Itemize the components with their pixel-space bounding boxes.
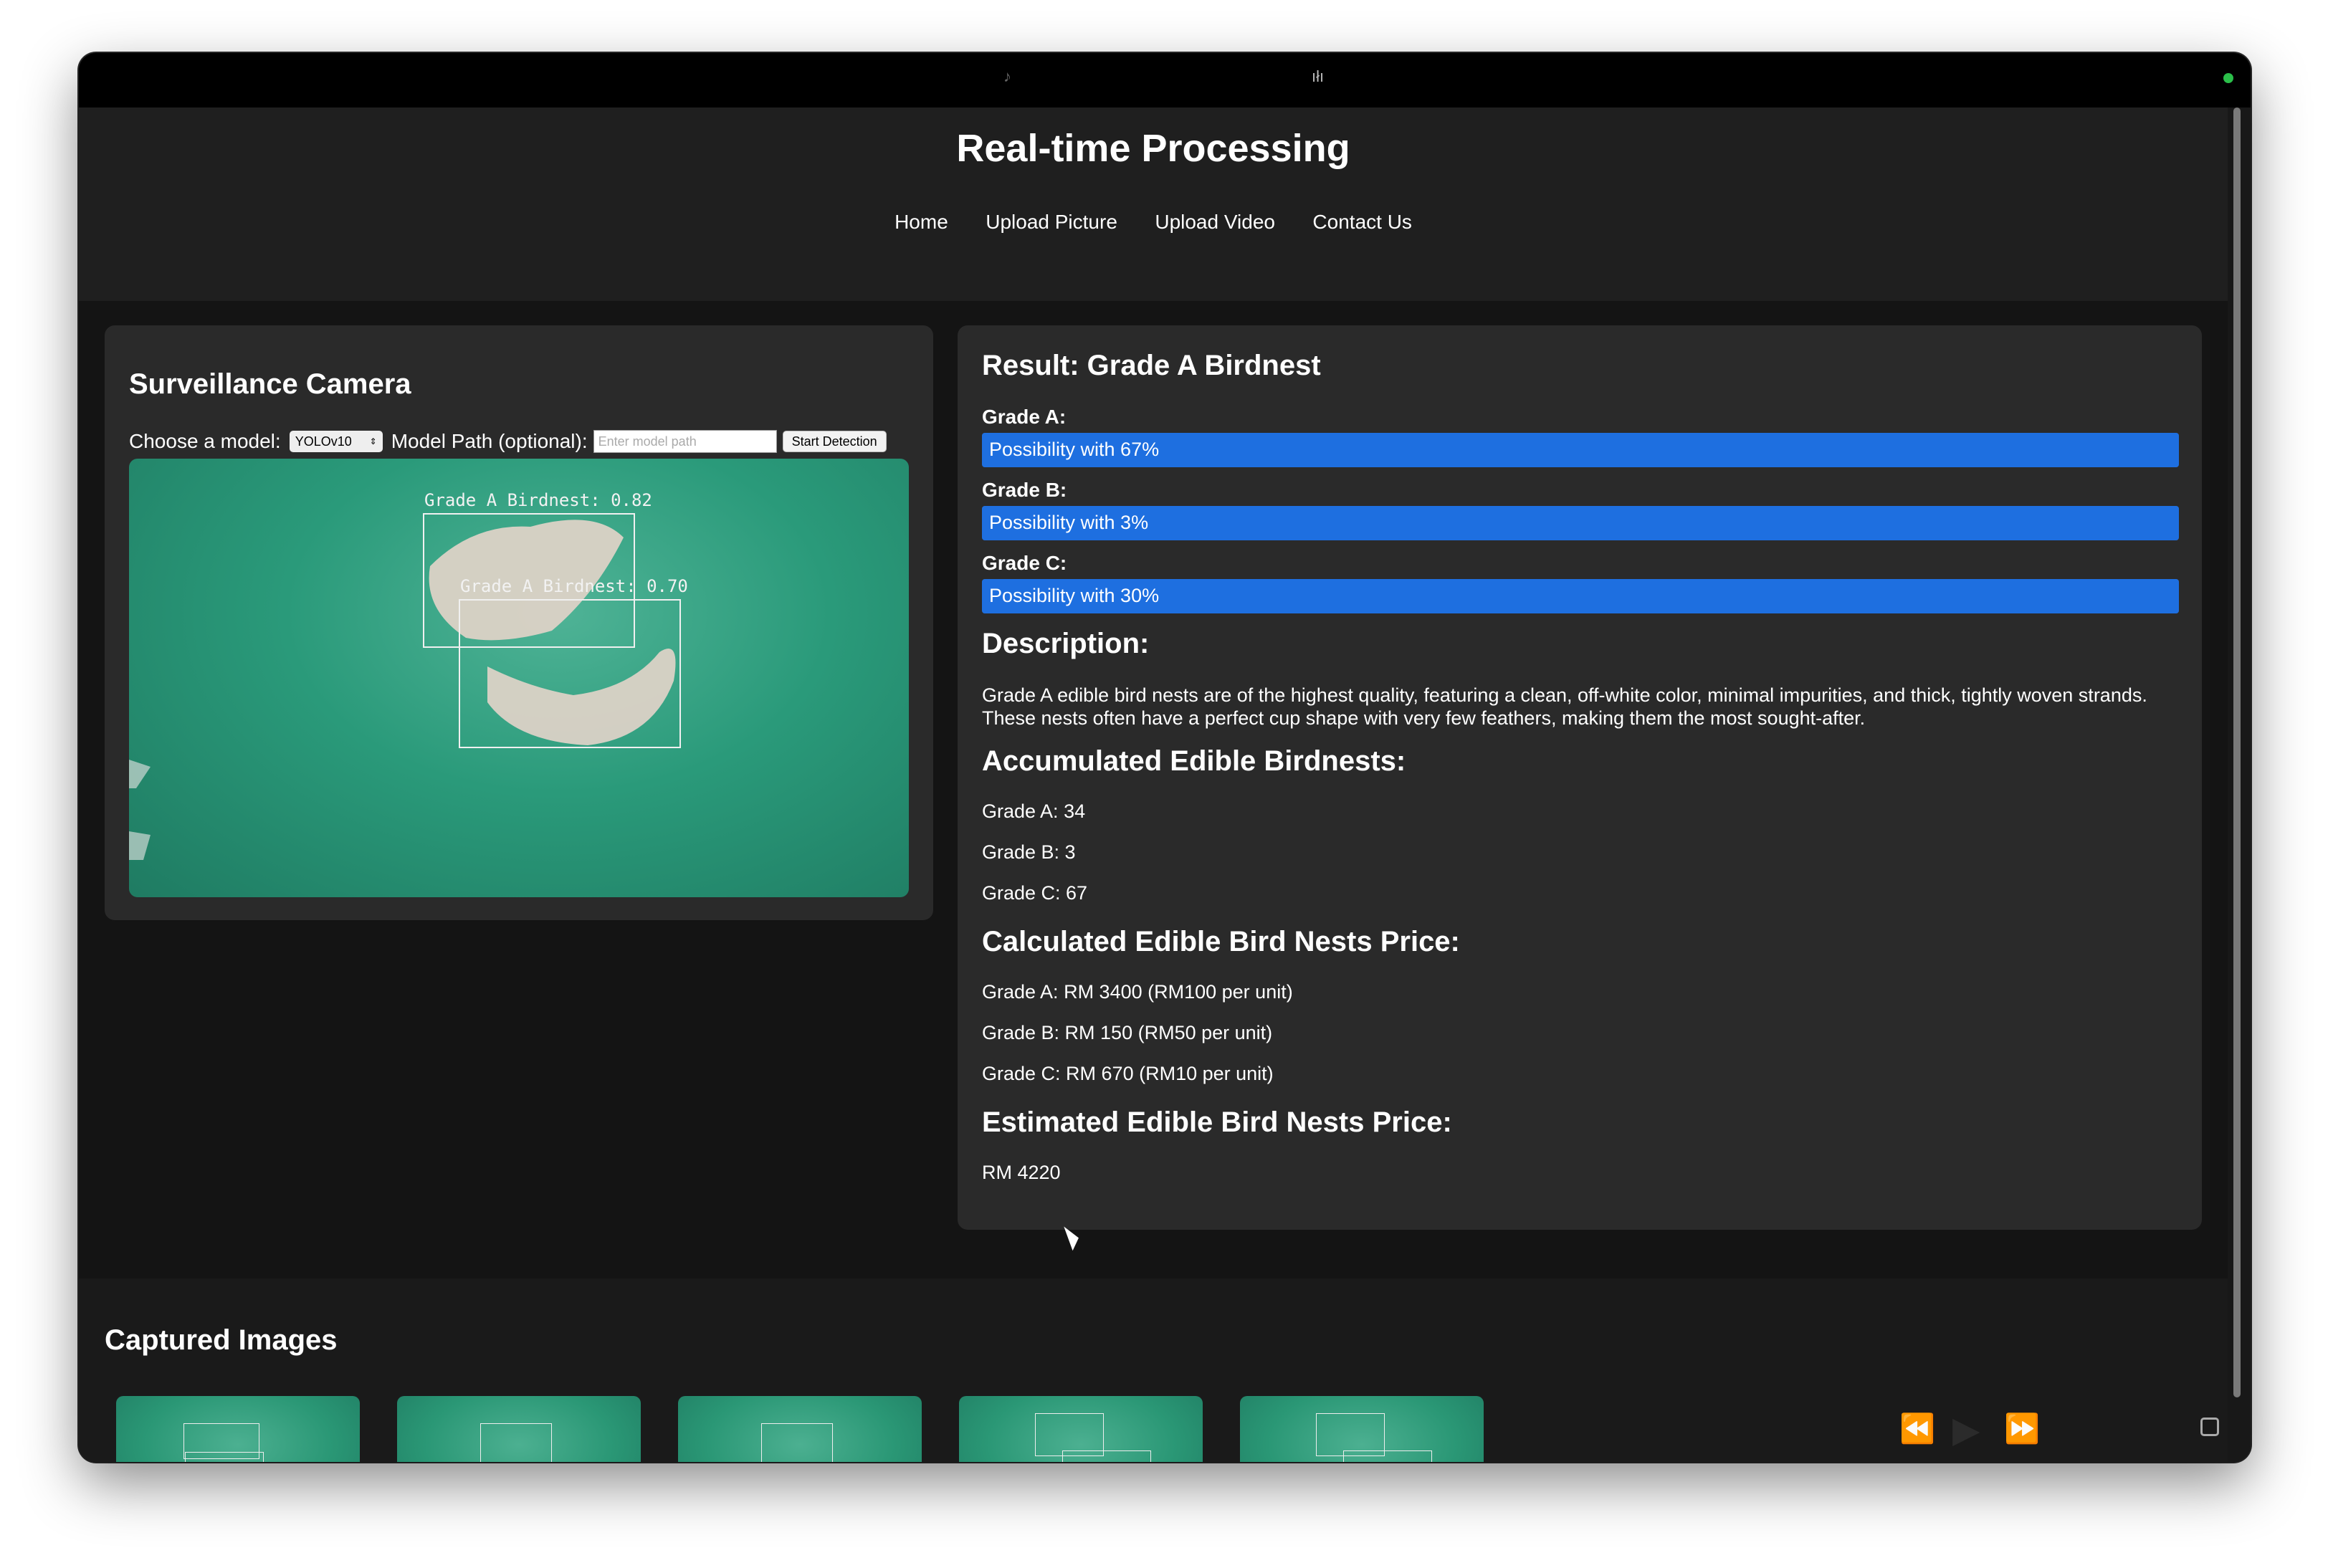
result-panel: Result: Grade A Birdnest Grade A: Possib… xyxy=(958,325,2202,1230)
estimated-title: Estimated Edible Bird Nests Price: xyxy=(982,1106,1452,1138)
model-label: Choose a model: xyxy=(129,430,281,452)
nav-upload-picture[interactable]: Upload Picture xyxy=(986,211,1117,233)
thumb-detection-box xyxy=(1316,1413,1385,1456)
page-header: Real-time Processing Home Upload Picture… xyxy=(79,107,2228,301)
fast-forward-icon[interactable]: ⏩ xyxy=(2004,1412,2040,1445)
accumulated-title: Accumulated Edible Birdnests: xyxy=(982,745,1406,777)
camera-title: Surveillance Camera xyxy=(129,368,411,400)
captured-thumbnail[interactable] xyxy=(959,1396,1203,1462)
grade-b-progress: Possibility with 3% xyxy=(982,506,2179,540)
thumb-detection-box xyxy=(761,1423,833,1462)
camera-feed: Grade A Birdnest: 0.82 Grade A Birdnest:… xyxy=(129,459,909,897)
result-title: Result: Grade A Birdnest xyxy=(982,350,1321,381)
captured-thumbnail[interactable] xyxy=(678,1396,922,1462)
nav-home[interactable]: Home xyxy=(895,211,948,233)
select-arrows-icon: ⇕ xyxy=(369,436,377,446)
thumb-detection-box xyxy=(480,1423,552,1462)
detection-label: Grade A Birdnest: 0.82 xyxy=(424,490,652,510)
captured-thumbnail[interactable] xyxy=(1240,1396,1484,1462)
estimated-price: RM 4220 xyxy=(982,1162,1061,1183)
grade-b-progress-fill xyxy=(982,506,2179,540)
music-note-icon: ♪ xyxy=(1003,67,1011,85)
start-detection-button[interactable]: Start Detection xyxy=(782,431,887,452)
grade-c-progress-text: Possibility with 30% xyxy=(989,585,1160,606)
grade-b-progress-text: Possibility with 3% xyxy=(989,512,1149,533)
grade-a-label: Grade A: xyxy=(982,406,1067,428)
detection-box xyxy=(459,599,681,748)
calculated-grade-a: Grade A: RM 3400 (RM100 per unit) xyxy=(982,981,1293,1003)
grade-c-progress-fill xyxy=(982,579,2179,613)
play-icon[interactable]: ▶ xyxy=(1952,1409,1980,1450)
page-title: Real-time Processing xyxy=(956,127,1350,170)
audio-levels-icon: ıłı xyxy=(1312,67,1325,85)
thumb-detection-box xyxy=(1343,1450,1432,1462)
title-bar: ♪ ıłı xyxy=(79,53,2251,107)
model-path-input[interactable]: Enter model path xyxy=(593,430,777,453)
grade-a-progress: Possibility with 67% xyxy=(982,433,2179,467)
scrollbar-thumb[interactable] xyxy=(2233,107,2241,1397)
calculated-grade-c: Grade C: RM 670 (RM10 per unit) xyxy=(982,1063,1274,1084)
model-select-value: YOLOv10 xyxy=(295,434,352,449)
accumulated-grade-b: Grade B: 3 xyxy=(982,841,1076,863)
accumulated-grade-c: Grade C: 67 xyxy=(982,882,1088,904)
nav-contact-us[interactable]: Contact Us xyxy=(1312,211,1412,233)
thumb-detection-box xyxy=(1062,1450,1151,1462)
detection-controls: Choose a model: YOLOv10 ⇕ Model Path (op… xyxy=(129,430,887,453)
accumulated-grade-a: Grade A: 34 xyxy=(982,800,1086,822)
captured-title: Captured Images xyxy=(105,1324,338,1356)
grade-c-progress: Possibility with 30% xyxy=(982,579,2179,613)
grade-c-label: Grade C: xyxy=(982,552,1067,574)
browser-window: ♪ ıłı Real-time Processing Home Upload P… xyxy=(79,53,2251,1462)
description-text: Grade A edible bird nests are of the hig… xyxy=(982,684,2147,729)
nav-upload-video[interactable]: Upload Video xyxy=(1155,211,1275,233)
description-title: Description: xyxy=(982,628,1150,659)
camera-panel: Surveillance Camera Choose a model: YOLO… xyxy=(105,325,933,920)
rewind-icon[interactable]: ⏪ xyxy=(1899,1412,1935,1445)
captured-thumbnail[interactable] xyxy=(397,1396,641,1462)
main-nav: Home Upload Picture Upload Video Contact… xyxy=(79,211,2228,234)
grade-a-progress-fill xyxy=(982,433,2179,467)
recording-indicator-icon xyxy=(2223,73,2233,83)
detection-label: Grade A Birdnest: 0.70 xyxy=(460,576,688,596)
grade-a-progress-text: Possibility with 67% xyxy=(989,439,1160,460)
captured-thumbnail[interactable] xyxy=(116,1396,360,1462)
screen-capture-icon[interactable] xyxy=(2200,1418,2219,1436)
calculated-title: Calculated Edible Bird Nests Price: xyxy=(982,926,1460,957)
thumb-detection-box xyxy=(185,1452,264,1462)
vertical-scrollbar[interactable] xyxy=(2228,107,2251,1462)
calculated-grade-b: Grade B: RM 150 (RM50 per unit) xyxy=(982,1022,1273,1043)
thumb-detection-box xyxy=(1035,1413,1104,1456)
model-path-label: Model Path (optional): xyxy=(391,430,588,452)
page-viewport: Real-time Processing Home Upload Picture… xyxy=(79,107,2228,1462)
grade-b-label: Grade B: xyxy=(982,479,1067,501)
model-select[interactable]: YOLOv10 ⇕ xyxy=(289,431,383,452)
